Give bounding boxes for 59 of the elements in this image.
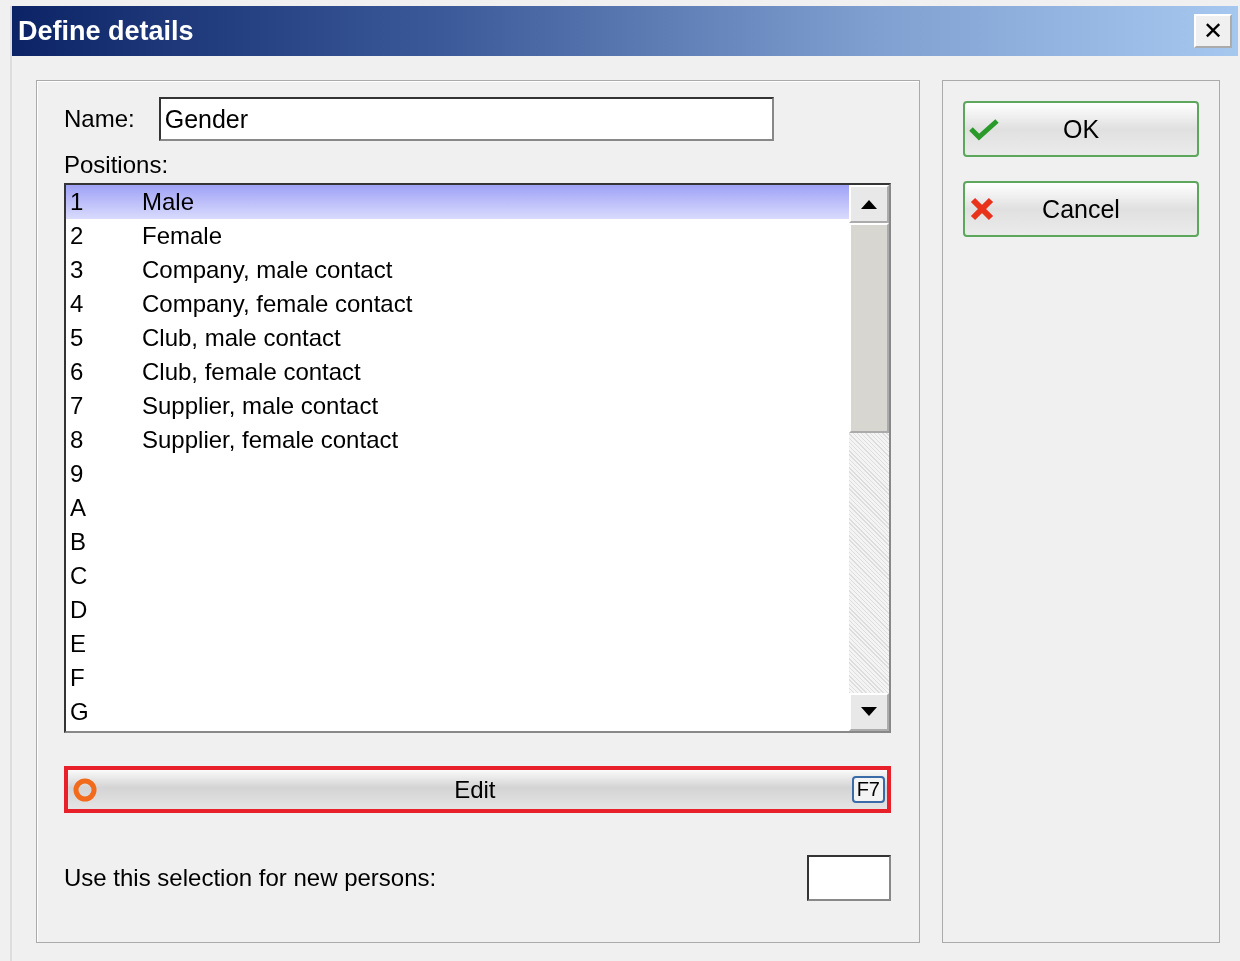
list-item[interactable]: 9 <box>66 457 849 491</box>
list-item[interactable]: C <box>66 559 849 593</box>
list-item[interactable]: D <box>66 593 849 627</box>
positions-label: Positions: <box>64 151 170 179</box>
down-arrow-icon <box>861 707 877 717</box>
position-code: D <box>69 596 89 624</box>
list-item[interactable]: G <box>66 695 849 729</box>
position-code: C <box>69 562 89 590</box>
scrollbar[interactable] <box>849 185 889 731</box>
position-name: Club, male contact <box>142 324 341 352</box>
position-code: 5 <box>69 324 85 352</box>
position-name: Club, female contact <box>142 358 361 386</box>
scroll-down-button[interactable] <box>849 693 889 731</box>
position-name: Supplier, male contact <box>142 392 379 420</box>
list-item[interactable]: 3 Company, male contact <box>66 253 849 287</box>
scroll-thumb[interactable] <box>849 223 889 433</box>
cancel-button[interactable]: Cancel <box>963 181 1199 237</box>
position-name: Female <box>142 222 223 250</box>
ring-icon <box>72 776 98 803</box>
list-item[interactable]: B <box>66 525 849 559</box>
position-code: 2 <box>69 222 85 250</box>
list-item[interactable]: 5 Club, male contact <box>66 321 849 355</box>
list-item[interactable]: 4 Company, female contact <box>66 287 849 321</box>
list-item[interactable]: 6 Club, female contact <box>66 355 849 389</box>
shortcut-key: F7 <box>851 776 885 803</box>
edit-button[interactable]: Edit F7 <box>68 770 887 809</box>
position-code: 7 <box>69 392 85 420</box>
position-code: 1 <box>69 188 85 216</box>
new-persons-label: Use this selection for new persons: <box>64 864 437 892</box>
position-name: Company, female contact <box>142 290 413 318</box>
position-code: A <box>69 494 87 522</box>
ok-button[interactable]: OK <box>963 101 1199 157</box>
position-code: 3 <box>69 256 85 284</box>
position-name: Supplier, female contact <box>142 426 399 454</box>
list-item[interactable]: 1 Male <box>66 185 849 219</box>
window-title: Define details <box>18 15 194 47</box>
list-item[interactable]: 2 Female <box>66 219 849 253</box>
position-code: 8 <box>69 426 85 454</box>
position-code: E <box>69 630 87 658</box>
name-field[interactable]: Gender <box>158 97 774 141</box>
position-code: G <box>69 698 90 726</box>
up-arrow-icon <box>861 199 877 209</box>
position-code: 9 <box>69 460 85 488</box>
position-code: 4 <box>69 290 85 318</box>
list-item[interactable]: 8 Supplier, female contact <box>66 423 849 457</box>
list-item[interactable]: A <box>66 491 849 525</box>
position-code: F <box>69 664 86 692</box>
selection-field[interactable] <box>807 855 891 901</box>
position-name: Company, male contact <box>142 256 393 284</box>
close-button[interactable]: ✕ <box>1194 14 1232 48</box>
position-code: 6 <box>69 358 85 386</box>
scroll-up-button[interactable] <box>849 185 889 223</box>
position-code: B <box>69 528 87 556</box>
list-item[interactable]: 7 Supplier, male contact <box>66 389 849 423</box>
list-item[interactable]: F <box>66 661 849 695</box>
position-name: Male <box>142 188 195 216</box>
list-item[interactable]: E <box>66 627 849 661</box>
checkmark-icon <box>969 117 999 141</box>
name-label: Name: <box>64 105 135 133</box>
